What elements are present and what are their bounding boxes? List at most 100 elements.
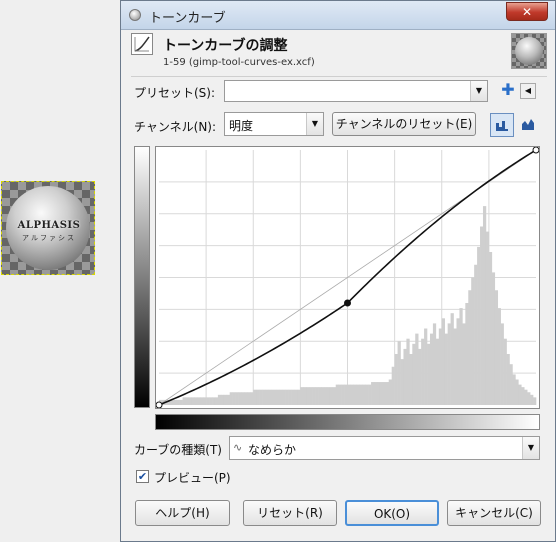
histogram-bar (194, 397, 198, 405)
histogram-bar (427, 343, 431, 405)
histogram-bar (235, 392, 239, 405)
chevron-down-icon: ▼ (522, 437, 539, 459)
histogram-bar (214, 397, 219, 405)
logo-subtext: アルファシス (22, 234, 76, 242)
histogram-bar (176, 399, 180, 405)
histogram-bar (250, 392, 254, 405)
histogram-bar (521, 387, 525, 405)
histogram-bar (444, 333, 448, 405)
add-preset-icon[interactable]: ✚ (498, 81, 518, 101)
histogram-bar (435, 338, 440, 405)
log-histogram-icon[interactable] (516, 113, 540, 137)
histogram-bar (374, 382, 378, 405)
titlebar[interactable]: トーンカーブ ✕ (121, 1, 555, 30)
histogram-bar (273, 389, 278, 405)
histogram-bar (288, 389, 292, 405)
image-name: 1-59 (gimp-tool-curves-ex.xcf) (163, 57, 315, 68)
header-separator (131, 76, 547, 77)
histogram-bar (185, 397, 189, 405)
reset-channel-button[interactable]: チャンネルのリセット(E) (332, 112, 476, 136)
histogram-bar (533, 397, 537, 405)
histogram-bar (453, 328, 457, 405)
ok-button[interactable]: OK(O) (345, 500, 439, 526)
app-icon (129, 9, 141, 21)
histogram-bar (365, 384, 369, 405)
histogram-bar (335, 384, 339, 405)
histogram-bar (488, 252, 493, 405)
histogram-bar (482, 206, 487, 405)
histogram-bar (497, 308, 501, 405)
histogram-bar (209, 397, 213, 405)
histogram-bar (418, 348, 422, 405)
histogram-bar (309, 387, 313, 405)
histogram-bar (471, 277, 475, 405)
histogram-bar (212, 397, 216, 405)
histogram-bar (438, 328, 443, 405)
window-title: トーンカーブ (149, 11, 226, 26)
histogram-bar (421, 338, 425, 405)
reset-button[interactable]: リセット(R) (243, 500, 337, 526)
histogram-bar (300, 387, 304, 405)
histogram-bar (244, 392, 248, 405)
histogram-bar (485, 231, 490, 405)
histogram-bar (347, 384, 351, 405)
histogram-bar (459, 308, 463, 405)
histogram-bar (253, 389, 257, 405)
dialog-heading: トーンカーブの調整 (163, 38, 288, 54)
histogram-bar (191, 397, 195, 405)
channel-label: チャンネル(N): (134, 120, 217, 134)
histogram-bar (306, 387, 310, 405)
image-thumbnail[interactable]: ALPHASIS アルファシス (1, 181, 95, 275)
histogram-bar (267, 389, 272, 405)
histogram-bar (474, 264, 478, 405)
histogram-bar (182, 397, 186, 405)
presets-combo[interactable]: ▼ (224, 80, 488, 102)
histogram-bar (318, 387, 322, 405)
preview-checkbox[interactable]: ✔ (136, 470, 149, 483)
histogram-bar (500, 323, 504, 405)
histogram-bar (385, 382, 390, 405)
histogram-bar (344, 384, 348, 405)
histogram-bar (315, 387, 319, 405)
histogram-bar (356, 384, 360, 405)
chevron-down-icon: ▼ (306, 113, 323, 135)
cancel-button[interactable]: キャンセル(C) (447, 500, 541, 526)
histogram-bar (456, 318, 460, 405)
dialog-header: トーンカーブの調整 1-59 (gimp-tool-curves-ex.xcf) (131, 33, 547, 73)
histogram-bar (415, 333, 419, 405)
histogram-bar (359, 384, 363, 405)
histogram-bar (323, 387, 328, 405)
histogram-bar (524, 389, 528, 405)
histogram-bar (200, 397, 204, 405)
histogram-bar (412, 343, 416, 405)
histogram-bar (312, 387, 316, 405)
curve-graph[interactable] (155, 146, 540, 409)
histogram-bar (409, 354, 413, 405)
histogram-bar (509, 364, 513, 405)
preset-menu-icon[interactable]: ◀ (520, 83, 536, 99)
histogram-bar (379, 382, 384, 405)
smooth-curve-icon: ∿ (233, 441, 243, 454)
histogram-bar (203, 397, 207, 405)
close-button[interactable]: ✕ (506, 2, 548, 21)
preview-label: プレビュー(P) (154, 471, 231, 485)
linear-histogram-icon[interactable] (490, 113, 514, 137)
histogram-bar (179, 399, 183, 405)
histogram-bar (350, 384, 354, 405)
histogram-bar (441, 318, 445, 405)
histogram-bar (229, 392, 233, 405)
histogram-bar (326, 387, 331, 405)
channel-combo[interactable]: 明度 ▼ (224, 112, 324, 136)
chevron-down-icon: ▼ (470, 81, 487, 101)
histogram-bar (515, 379, 519, 405)
curve-type-combo[interactable]: なめらか ∿ ▼ (229, 436, 540, 460)
curves-tool-icon (131, 33, 153, 55)
histogram-bar (403, 348, 407, 405)
histogram-bar (506, 354, 510, 405)
histogram-bar (465, 303, 469, 405)
histogram-bar (338, 384, 342, 405)
histogram-bar (188, 397, 192, 405)
histogram-bar (468, 290, 472, 405)
histogram-bar (424, 328, 428, 405)
help-button[interactable]: ヘルプ(H) (135, 500, 230, 526)
